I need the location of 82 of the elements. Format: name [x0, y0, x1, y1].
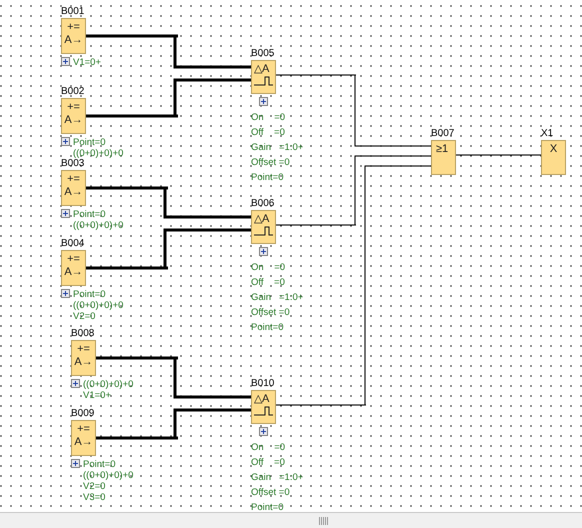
pulse-icon: [254, 76, 273, 86]
expand-icon[interactable]: [61, 137, 70, 146]
block-symbol: +=: [77, 343, 90, 356]
parameter-text: Offset =0: [251, 306, 291, 320]
parameter-text: Off =0: [251, 456, 286, 470]
parameter-text: Gain =1:0+: [251, 471, 304, 485]
block-label: B008: [71, 328, 94, 340]
parameter-text: V2=0: [83, 481, 106, 492]
expand-icon[interactable]: [61, 289, 70, 298]
block-symbol: △A: [254, 63, 270, 76]
horizontal-scrollbar[interactable]: [0, 512, 582, 528]
block-symbol: A→: [64, 186, 83, 199]
function-block[interactable]: += A→: [71, 340, 96, 376]
parameter-text: Point=0: [83, 459, 116, 470]
block-symbol: △A: [254, 393, 270, 406]
function-block[interactable]: += A→: [61, 250, 86, 286]
block-symbol: +=: [77, 423, 90, 436]
pulse-icon: [254, 406, 273, 416]
expand-icon[interactable]: [259, 427, 268, 436]
block-label: B009: [71, 408, 94, 420]
parameter-text: Off =0: [251, 276, 286, 290]
block-symbol: A→: [64, 34, 83, 47]
grip-icon: [318, 516, 328, 524]
parameter-text: Point=0: [251, 321, 284, 335]
block-symbol: △A: [254, 213, 270, 226]
parameter-text: ((0+0)+0)+0: [73, 300, 124, 311]
block-label: B004: [61, 238, 84, 250]
function-block[interactable]: △A: [251, 210, 276, 244]
function-block[interactable]: += A→: [71, 420, 96, 456]
block-label: X1: [541, 128, 554, 140]
block-label: B007: [431, 128, 454, 140]
parameter-text: On =0: [251, 261, 286, 275]
expand-icon[interactable]: [61, 57, 70, 66]
block-symbol: A→: [64, 114, 83, 127]
block-label: B006: [251, 198, 274, 210]
parameter-text: Off =0: [251, 126, 286, 140]
parameter-text: ((0+0)+0)+0: [73, 148, 124, 159]
function-block[interactable]: △A: [251, 390, 276, 424]
function-block[interactable]: X: [541, 140, 566, 175]
parameter-text: Point=0: [73, 137, 106, 148]
block-label: B003: [61, 158, 84, 170]
parameter-text: V3=0: [83, 492, 106, 503]
parameter-text: Offset =0: [251, 486, 291, 500]
block-label: B001: [61, 6, 84, 18]
block-symbol: A→: [64, 266, 83, 279]
block-symbol: X: [550, 143, 558, 156]
block-symbol: +=: [67, 101, 80, 114]
parameter-text: On =0: [251, 441, 286, 455]
block-label: B005: [251, 48, 274, 60]
expand-icon[interactable]: [71, 379, 80, 388]
parameter-text: Offset =0: [251, 156, 291, 170]
pulse-icon: [254, 226, 273, 236]
expand-icon[interactable]: [259, 97, 268, 106]
parameter-text: Point=0: [73, 209, 106, 220]
function-block[interactable]: += A→: [61, 18, 86, 54]
parameter-text: ((0+0)+0)+0: [83, 379, 134, 390]
expand-icon[interactable]: [259, 247, 268, 256]
block-symbol: ≥1: [436, 143, 448, 156]
block-label: B002: [61, 86, 84, 98]
function-block[interactable]: += A→: [61, 170, 86, 206]
parameter-text: V1=0+: [73, 57, 101, 68]
parameter-text: V1=0+: [83, 390, 112, 401]
block-symbol: A→: [74, 436, 93, 449]
parameter-text: Point=0: [251, 171, 284, 185]
parameter-text: ((0+0)+0)+0: [73, 220, 124, 231]
expand-icon[interactable]: [71, 459, 80, 468]
block-label: B010: [251, 378, 274, 390]
function-block[interactable]: += A→: [61, 98, 86, 134]
block-symbol: +=: [67, 21, 80, 34]
parameter-text: Point=0: [251, 501, 284, 515]
function-block[interactable]: ≥1: [431, 140, 456, 175]
block-symbol: A→: [74, 356, 93, 369]
function-block[interactable]: △A: [251, 60, 276, 94]
parameter-text: On =0: [251, 111, 286, 125]
parameter-text: Gain =1:0+: [251, 291, 304, 305]
parameter-text: Gain =1:0+: [251, 141, 304, 155]
parameter-text: Point=0: [73, 289, 106, 300]
parameter-text: V2=0: [73, 311, 96, 322]
expand-icon[interactable]: [61, 209, 70, 218]
block-symbol: +=: [67, 253, 80, 266]
parameter-text: ((0+0)+0)+0: [83, 470, 134, 481]
block-symbol: +=: [67, 173, 80, 186]
